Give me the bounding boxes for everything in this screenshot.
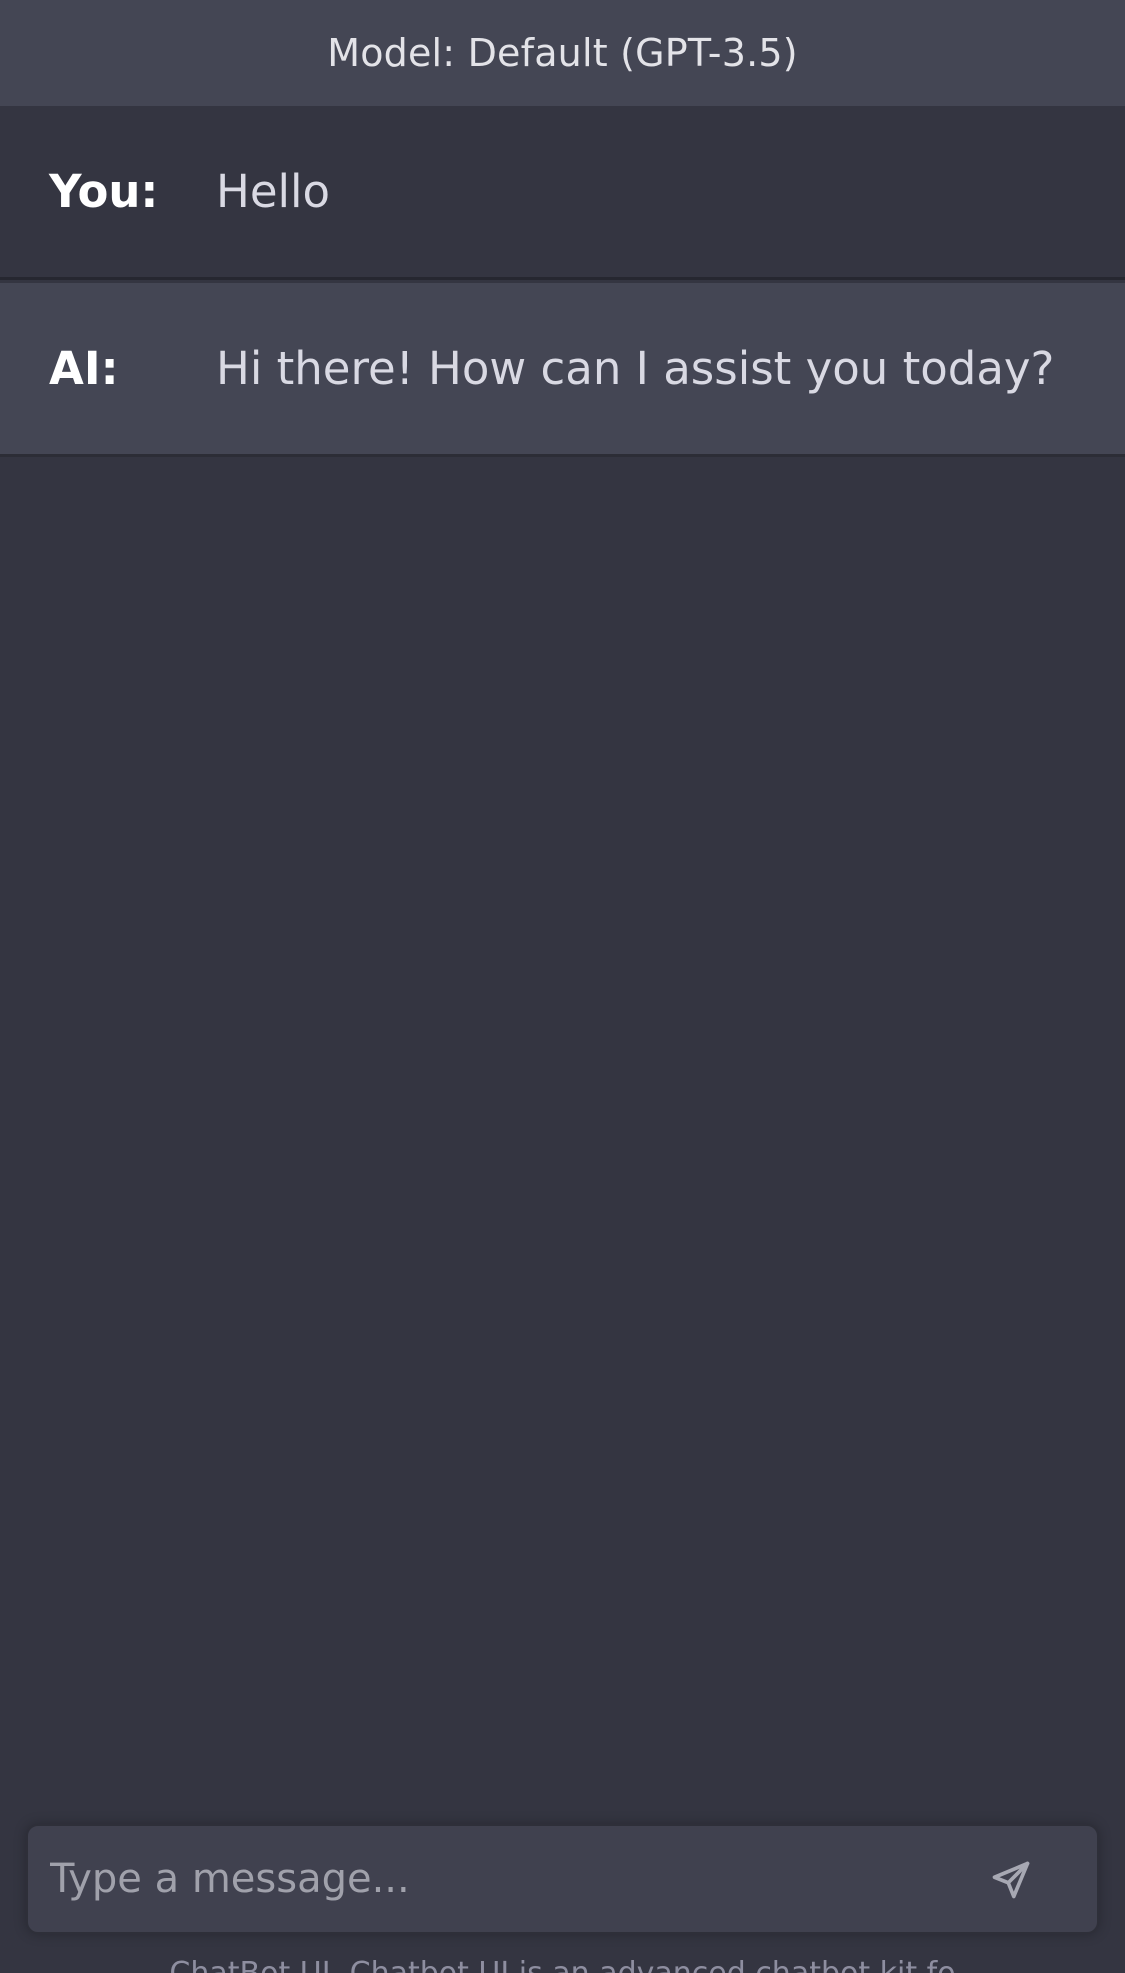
message-user: You: Hello	[0, 106, 1125, 280]
message-text: Hi there! How can I assist you today?	[216, 342, 1055, 395]
message-sender: You:	[49, 165, 159, 218]
model-header: Model: Default (GPT-3.5)	[0, 0, 1125, 106]
message-text: Hello	[216, 165, 331, 218]
message-input[interactable]	[50, 1826, 950, 1932]
paper-plane-icon	[992, 1861, 1030, 1899]
footer-disclaimer: ChatBot UI. Chatbot UI is an advanced ch…	[0, 1956, 1125, 1973]
model-label: Model: Default (GPT-3.5)	[327, 31, 798, 75]
send-button[interactable]	[987, 1856, 1035, 1904]
message-composer	[26, 1824, 1099, 1934]
chat-app: Model: Default (GPT-3.5) You: Hello AI: …	[0, 0, 1125, 1973]
message-sender: AI:	[49, 342, 119, 395]
message-ai: AI: Hi there! How can I assist you today…	[0, 283, 1125, 457]
